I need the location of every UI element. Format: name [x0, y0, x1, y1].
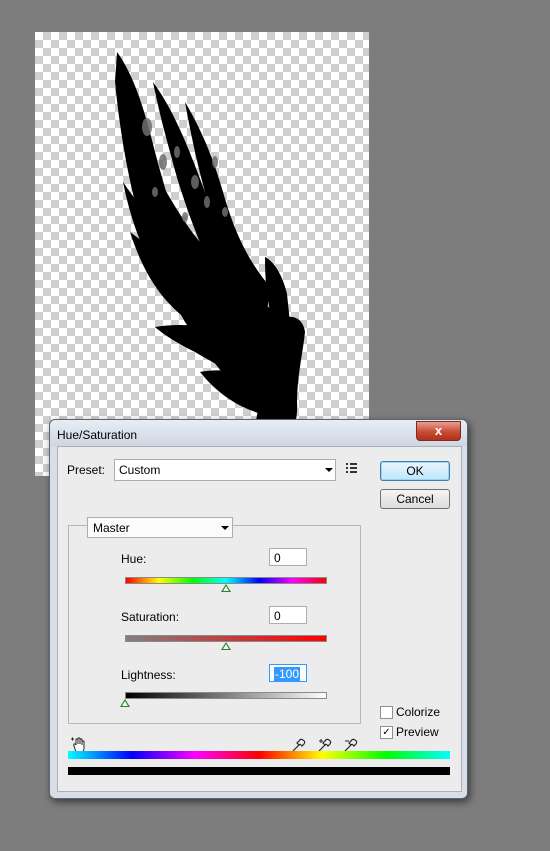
document-canvas[interactable]: [35, 32, 369, 476]
lightness-input[interactable]: -100: [269, 664, 307, 682]
dialog-title: Hue/Saturation: [57, 428, 138, 442]
preset-options-icon[interactable]: [346, 462, 360, 474]
colorize-checkbox[interactable]: [380, 706, 393, 719]
colorize-label: Colorize: [396, 705, 441, 719]
chevron-down-icon: [325, 468, 333, 472]
dialog-body: Preset: Custom OK Cancel Master Hue: 0 S…: [57, 446, 462, 792]
preset-dropdown[interactable]: Custom: [114, 459, 336, 481]
lightness-label: Lightness:: [121, 668, 176, 682]
saturation-label: Saturation:: [121, 610, 180, 624]
preview-checkbox[interactable]: ✓: [380, 726, 393, 739]
input-color-spectrum: [68, 751, 450, 759]
cancel-button[interactable]: Cancel: [380, 489, 450, 509]
wing-silhouette-image: [115, 52, 305, 476]
hue-slider-track[interactable]: [125, 577, 327, 584]
dialog-titlebar[interactable]: Hue/Saturation x: [50, 420, 467, 446]
hue-slider-thumb[interactable]: [221, 584, 231, 592]
saturation-slider-thumb[interactable]: [221, 642, 231, 650]
hue-saturation-dialog: Hue/Saturation x Preset: Custom OK Cance…: [49, 419, 468, 799]
channel-value: Master: [93, 521, 130, 535]
lightness-value-selected: -100: [274, 667, 301, 681]
close-button[interactable]: x: [416, 421, 461, 441]
chevron-down-icon: [221, 526, 229, 530]
lightness-slider-thumb[interactable]: [120, 699, 130, 707]
preview-label: Preview: [396, 725, 439, 739]
lightness-slider-track[interactable]: [125, 692, 327, 699]
preset-label: Preset:: [67, 463, 106, 477]
saturation-slider-track[interactable]: [125, 635, 327, 642]
adjustment-group: Master Hue: 0 Saturation: 0 Lightness: -…: [68, 517, 361, 724]
hue-label: Hue:: [121, 552, 147, 566]
close-icon: x: [434, 423, 443, 438]
preset-value: Custom: [119, 463, 161, 477]
hue-input[interactable]: 0: [269, 548, 307, 566]
channel-dropdown[interactable]: Master: [87, 517, 233, 538]
output-color-spectrum: [68, 767, 450, 775]
saturation-input[interactable]: 0: [269, 606, 307, 624]
check-icon: ✓: [382, 727, 391, 738]
ok-button[interactable]: OK: [380, 461, 450, 481]
